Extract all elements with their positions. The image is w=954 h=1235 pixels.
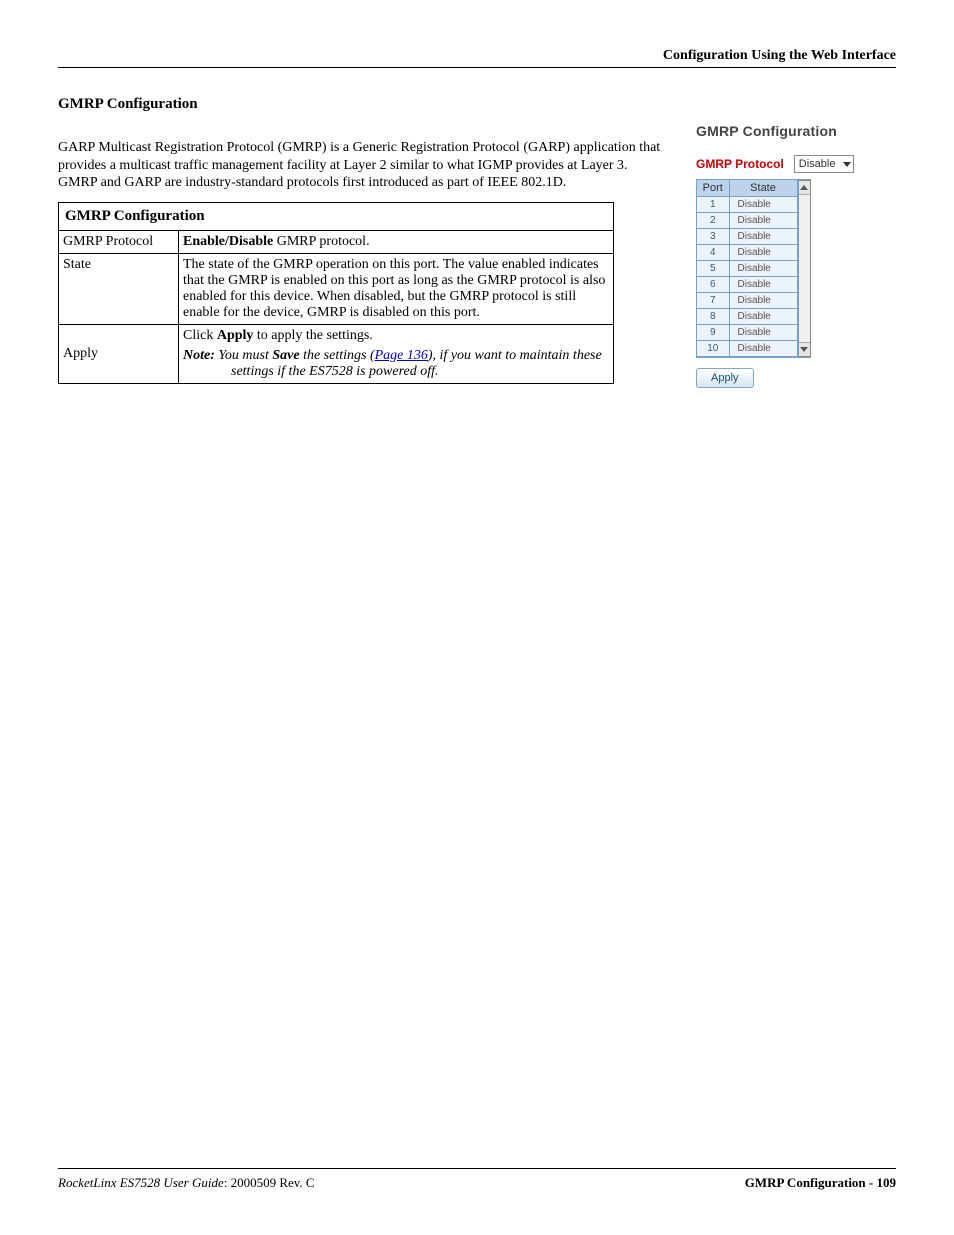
port-cell: 4 bbox=[697, 245, 729, 261]
state-cell[interactable]: Disable bbox=[729, 213, 797, 229]
table-row: 1Disable bbox=[697, 197, 797, 213]
table-row: State The state of the GMRP operation on… bbox=[59, 253, 614, 324]
arrow-up-icon bbox=[800, 185, 808, 190]
scroll-track[interactable] bbox=[799, 195, 810, 342]
gmrp-widget: GMRP Configuration GMRP Protocol Disable… bbox=[696, 123, 896, 388]
port-table-scrollbar[interactable] bbox=[798, 180, 811, 357]
port-cell: 9 bbox=[697, 325, 729, 341]
field-desc: The state of the GMRP operation on this … bbox=[179, 253, 614, 324]
field-desc: Enable/Disable GMRP protocol. bbox=[179, 230, 614, 253]
scroll-up-button[interactable] bbox=[799, 181, 810, 195]
table-row: 3Disable bbox=[697, 229, 797, 245]
table-row: GMRP Protocol Enable/Disable GMRP protoc… bbox=[59, 230, 614, 253]
table-row: 9Disable bbox=[697, 325, 797, 341]
state-cell[interactable]: Disable bbox=[729, 309, 797, 325]
state-cell[interactable]: Disable bbox=[729, 245, 797, 261]
port-cell: 1 bbox=[697, 197, 729, 213]
port-cell: 6 bbox=[697, 277, 729, 293]
page-link[interactable]: Page 136 bbox=[375, 348, 428, 363]
state-cell[interactable]: Disable bbox=[729, 197, 797, 213]
table-row: 10Disable bbox=[697, 341, 797, 357]
col-header-state: State bbox=[729, 180, 797, 197]
port-state-table: Port State 1Disable2Disable3Disable4Disa… bbox=[697, 180, 798, 357]
port-cell: 3 bbox=[697, 229, 729, 245]
table-row: 8Disable bbox=[697, 309, 797, 325]
table-row: Apply Click Apply to apply the settings.… bbox=[59, 324, 614, 383]
state-cell[interactable]: Disable bbox=[729, 341, 797, 357]
widget-proto-label: GMRP Protocol bbox=[696, 157, 784, 171]
port-cell: 5 bbox=[697, 261, 729, 277]
page-header-breadcrumb: Configuration Using the Web Interface bbox=[58, 48, 896, 64]
table-row: 4Disable bbox=[697, 245, 797, 261]
intro-paragraph: GARP Multicast Registration Protocol (GM… bbox=[58, 139, 668, 192]
field-desc: Click Apply to apply the settings. Note:… bbox=[179, 324, 614, 383]
field-label: Apply bbox=[59, 324, 179, 383]
table-row: 5Disable bbox=[697, 261, 797, 277]
field-label: GMRP Protocol bbox=[59, 230, 179, 253]
select-value: Disable bbox=[799, 158, 836, 170]
port-cell: 8 bbox=[697, 309, 729, 325]
port-cell: 10 bbox=[697, 341, 729, 357]
widget-title: GMRP Configuration bbox=[696, 123, 896, 139]
gmrp-protocol-select[interactable]: Disable bbox=[794, 155, 855, 173]
table-row: 6Disable bbox=[697, 277, 797, 293]
port-cell: 7 bbox=[697, 293, 729, 309]
state-cell[interactable]: Disable bbox=[729, 325, 797, 341]
scroll-down-button[interactable] bbox=[799, 342, 810, 356]
apply-button[interactable]: Apply bbox=[696, 368, 754, 388]
footer-right: GMRP Configuration - 109 bbox=[745, 1175, 896, 1191]
col-header-port: Port bbox=[697, 180, 729, 197]
table-row: 7Disable bbox=[697, 293, 797, 309]
header-rule bbox=[58, 67, 896, 68]
field-label: State bbox=[59, 253, 179, 324]
arrow-down-icon bbox=[800, 347, 808, 352]
state-cell[interactable]: Disable bbox=[729, 277, 797, 293]
desc-table-caption: GMRP Configuration bbox=[59, 202, 614, 230]
state-cell[interactable]: Disable bbox=[729, 261, 797, 277]
gmrp-description-table: GMRP Configuration GMRP Protocol Enable/… bbox=[58, 202, 614, 384]
footer-left: RocketLinx ES7528 User Guide: 2000509 Re… bbox=[58, 1175, 315, 1191]
chevron-down-icon bbox=[843, 162, 851, 167]
section-title: GMRP Configuration bbox=[58, 96, 896, 113]
port-cell: 2 bbox=[697, 213, 729, 229]
state-cell[interactable]: Disable bbox=[729, 293, 797, 309]
state-cell[interactable]: Disable bbox=[729, 229, 797, 245]
table-row: 2Disable bbox=[697, 213, 797, 229]
footer-rule bbox=[58, 1168, 896, 1169]
